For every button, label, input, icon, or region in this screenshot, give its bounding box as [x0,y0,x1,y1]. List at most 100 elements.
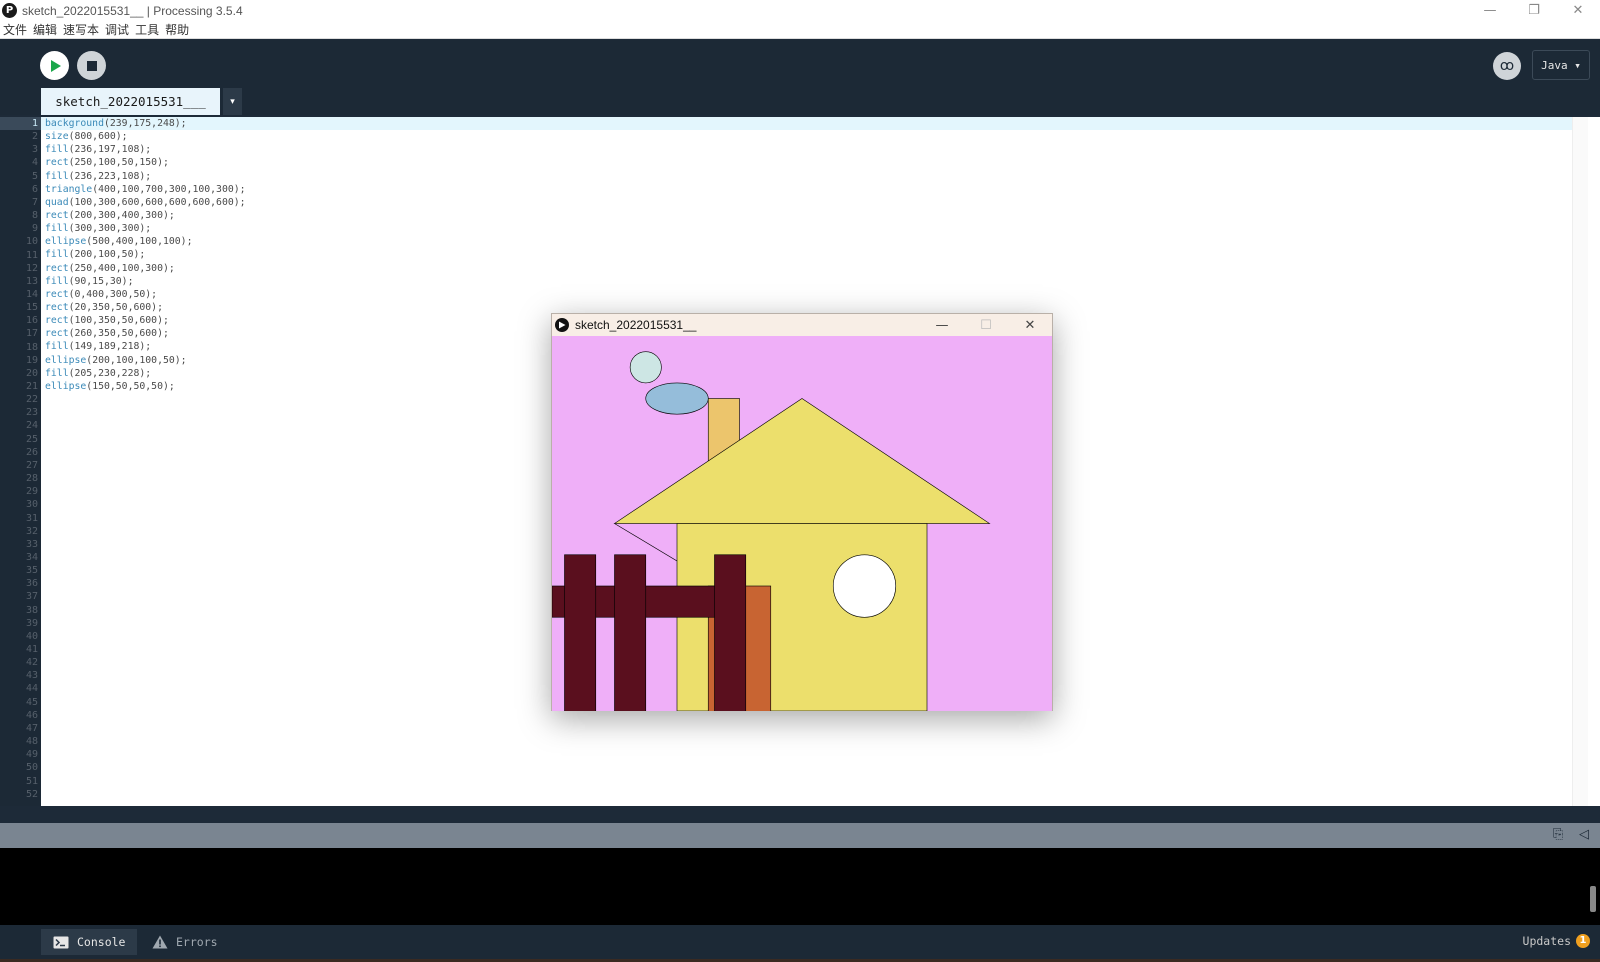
code-arguments: (100,300,600,600,600,600,600); [68,196,246,208]
code-arguments: (250,400,100,300); [68,262,175,274]
code-line[interactable]: rect(100,350,50,600); [45,314,246,327]
line-number: 26 [25,446,38,458]
code-line[interactable]: quad(100,300,600,600,600,600,600); [45,196,246,209]
line-number: 36 [25,578,38,590]
line-number: 18 [25,341,38,353]
console-scrollbar[interactable] [1590,886,1596,912]
line-number: 32 [25,525,38,537]
menu-sketch[interactable]: 速写本 [63,21,99,38]
code-function: fill [45,367,69,379]
code-line[interactable]: ellipse(500,400,100,100); [45,235,246,248]
line-number: 47 [25,722,38,734]
line-number: 50 [25,762,38,774]
minimize-button[interactable]: — [1468,0,1512,21]
tab-console[interactable]: Console [41,929,137,955]
footer-bar: Console Errors Updates 1 [0,925,1600,959]
line-number: 15 [25,302,38,314]
line-number: 27 [25,459,38,471]
code-line[interactable]: fill(200,100,50); [45,248,246,261]
code-line[interactable]: ellipse(150,50,50,50); [45,380,246,393]
code-arguments: (90,15,30); [68,275,134,287]
fence-post-2 [614,554,647,711]
play-icon [50,59,61,72]
line-number: 30 [25,499,38,511]
console-output[interactable] [0,848,1600,925]
editor-scrollbar[interactable] [1572,117,1588,806]
code-line[interactable]: triangle(400,100,700,300,100,300); [45,183,246,196]
code-line[interactable]: ellipse(200,100,100,50); [45,354,246,367]
code-line[interactable]: rect(0,400,300,50); [45,288,246,301]
close-button[interactable]: ✕ [1556,0,1600,21]
code-line[interactable]: rect(20,350,50,600); [45,301,246,314]
code-line[interactable]: fill(149,189,218); [45,340,246,353]
sketch-close-button[interactable]: ✕ [1008,314,1052,336]
menu-bar: 文件 编辑 速写本 调试 工具 帮助 [0,21,1600,39]
tab-console-label: Console [77,935,126,949]
mode-selector[interactable]: Java ▾ [1532,50,1590,80]
code-arguments: (150,50,50,50); [86,380,175,392]
stop-button[interactable] [77,51,106,80]
menu-file[interactable]: 文件 [3,21,27,38]
code-function: rect [45,157,69,169]
line-number: 31 [25,512,38,524]
line-number: 48 [25,736,38,748]
fence-post-1 [564,554,597,711]
line-number: 8 [31,210,38,222]
code-line[interactable]: fill(300,300,300); [45,222,246,235]
line-number: 20 [25,367,38,379]
code-line[interactable]: rect(250,100,50,150); [45,156,246,169]
line-number: 16 [25,315,38,327]
sketch-minimize-button[interactable]: — [920,314,964,336]
code-line[interactable]: fill(236,223,108); [45,170,246,183]
menu-debug[interactable]: 调试 [105,21,129,38]
console-icon [53,936,69,948]
sketch-output-window[interactable]: sketch_2022015531__ — ☐ ✕ [551,313,1053,711]
tab-menu-button[interactable]: ▾ [223,88,242,115]
line-number: 34 [25,551,38,563]
line-number: 22 [25,394,38,406]
code-arguments: (149,189,218); [68,341,152,353]
code-line[interactable]: size(800,600); [45,130,246,143]
code-line[interactable]: rect(250,400,100,300); [45,262,246,275]
code-arguments: (236,197,108); [68,144,152,156]
menu-edit[interactable]: 编辑 [33,21,57,38]
line-number: 40 [25,630,38,642]
code-line[interactable]: fill(236,197,108); [45,143,246,156]
code-line[interactable]: fill(205,230,228); [45,367,246,380]
collapse-icon[interactable]: ◁ [1579,827,1589,842]
sketch-canvas [552,336,1052,711]
code-function: ellipse [45,236,87,248]
code-function: rect [45,262,69,274]
copy-icon[interactable]: ⎘ [1553,827,1563,842]
line-number: 23 [25,407,38,419]
tab-errors-label: Errors [176,935,218,949]
code-line[interactable]: rect(260,350,50,600); [45,327,246,340]
menu-help[interactable]: 帮助 [165,21,189,38]
line-number: 10 [25,236,38,248]
code-line[interactable]: background(239,175,248); [45,117,246,130]
updates-indicator[interactable]: Updates 1 [1523,934,1590,948]
code-function: fill [45,144,69,156]
code-arguments: (300,300,300); [68,223,152,235]
line-number: 4 [31,157,38,169]
editor-status-strip [0,806,1600,823]
line-number: 45 [25,696,38,708]
line-number: 12 [25,262,38,274]
tab-sketch[interactable]: sketch_2022015531___ [41,88,220,115]
tab-errors[interactable]: Errors [140,929,232,955]
restore-button[interactable]: ❐ [1512,0,1556,21]
line-number: 41 [25,644,38,655]
window-controls: — ❐ ✕ [1468,0,1600,21]
code-text[interactable]: background(239,175,248); size(800,600); fi… [45,117,246,393]
line-number: 29 [25,486,38,498]
line-number: 39 [25,617,38,629]
run-button[interactable] [40,51,69,80]
menu-tools[interactable]: 工具 [135,21,159,38]
code-line[interactable]: rect(200,300,400,300); [45,209,246,222]
code-arguments: (400,100,700,300,100,300); [92,183,246,195]
debug-button[interactable]: ꝏ [1493,52,1521,80]
line-number-gutter: 1 2 3 4 5 6 7 8 9 10 11 12 13 14 15 16 17 18 19 20 21 22 23 24 2… [0,117,41,806]
code-arguments: (250,100,50,150); [68,157,169,169]
sketch-run-icon [555,318,569,332]
code-line[interactable]: fill(90,15,30); [45,275,246,288]
